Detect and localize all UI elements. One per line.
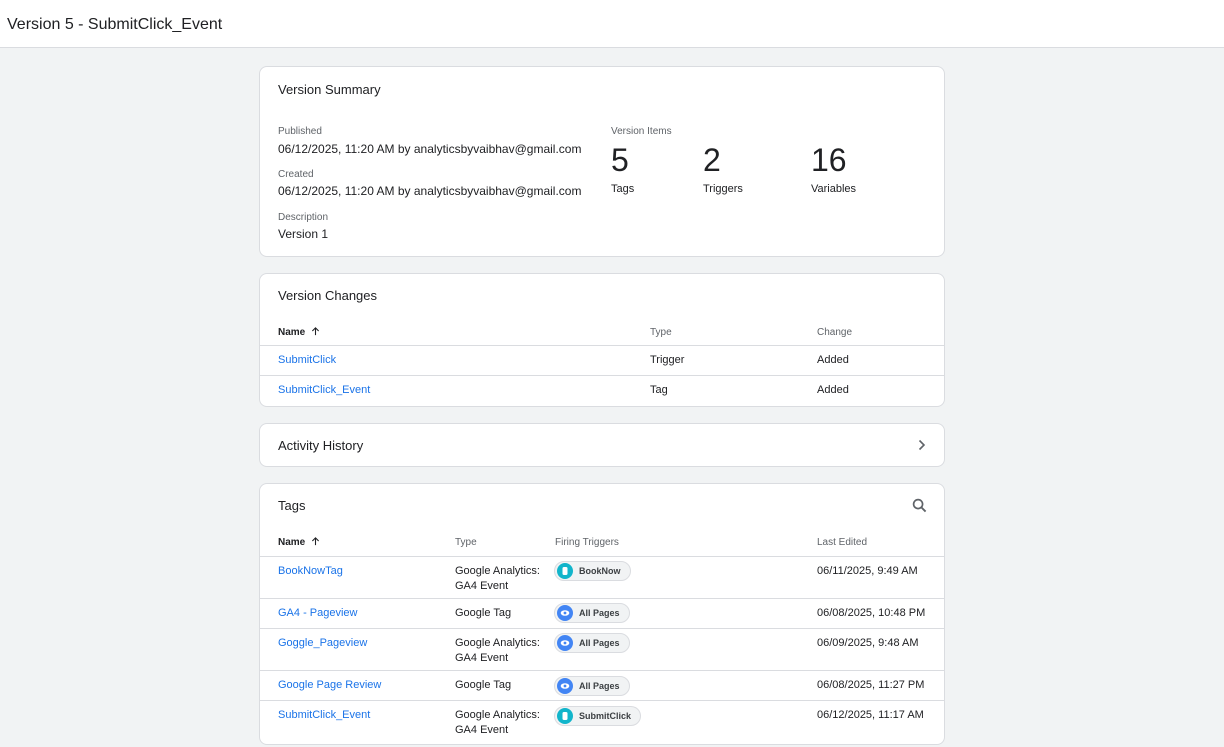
- search-icon[interactable]: [912, 498, 927, 513]
- tag-type-line1: Google Analytics:: [455, 709, 540, 721]
- tag-type-line1: Google Analytics:: [455, 637, 540, 649]
- description-value: Version 1: [278, 227, 329, 241]
- tag-name-link[interactable]: GA4 - Pageview: [278, 606, 357, 621]
- change-name-link[interactable]: SubmitClick_Event: [278, 383, 370, 398]
- version-summary-title: Version Summary: [278, 82, 381, 97]
- changes-type-header: Type: [650, 327, 672, 338]
- activity-history-title: Activity History: [278, 438, 364, 453]
- eye-icon: [557, 678, 573, 694]
- change-type: Tag: [650, 384, 668, 396]
- tag-type: Google Analytics: GA4 Event: [455, 708, 540, 738]
- trigger-chip-label: All Pages: [579, 608, 620, 618]
- click-trigger-icon: [557, 563, 573, 579]
- top-bar: Version 5 - SubmitClick_Event: [0, 0, 1224, 48]
- trigger-chip-label: All Pages: [579, 681, 620, 691]
- tag-type-line2: GA4 Event: [455, 580, 509, 592]
- trigger-chip-label: SubmitClick: [579, 711, 632, 721]
- activity-history-card[interactable]: Activity History: [259, 423, 945, 467]
- tag-last-edited: 06/11/2025, 9:49 AM: [817, 565, 918, 577]
- eye-icon: [557, 605, 573, 621]
- tag-type-line1: Google Analytics:: [455, 565, 540, 577]
- tags-edited-header: Last Edited: [817, 537, 868, 548]
- tags-triggers-header: Firing Triggers: [555, 537, 619, 548]
- tag-type-line1: Google Tag: [455, 679, 512, 691]
- published-label: Published: [278, 126, 322, 137]
- trigger-chip[interactable]: All Pages: [554, 676, 630, 696]
- trigger-chip-label: BookNow: [579, 566, 621, 576]
- tags-card: Tags Name Type Firing Triggers Last Edit…: [259, 483, 945, 745]
- version-summary-card: Version Summary Published 06/12/2025, 11…: [259, 66, 945, 257]
- tags-name-header[interactable]: Name: [278, 537, 320, 548]
- table-row: GA4 - Pageview Google Tag All Pages 06/0…: [260, 598, 944, 629]
- created-value: 06/12/2025, 11:20 AM by analyticsbyvaibh…: [278, 184, 582, 198]
- version-changes-title: Version Changes: [278, 288, 378, 303]
- change-status: Added: [817, 384, 849, 396]
- trigger-chip[interactable]: All Pages: [554, 603, 630, 623]
- version-items-label: Version Items: [611, 126, 672, 137]
- variables-count-label: Variables: [811, 183, 857, 195]
- table-row: SubmitClick Trigger Added: [260, 345, 944, 376]
- change-name-link[interactable]: SubmitClick: [278, 353, 336, 368]
- tag-type: Google Analytics: GA4 Event: [455, 636, 540, 666]
- changes-name-header[interactable]: Name: [278, 327, 320, 338]
- tag-name-link[interactable]: SubmitClick_Event: [278, 708, 370, 723]
- trigger-chip-label: All Pages: [579, 638, 620, 648]
- tag-last-edited: 06/09/2025, 9:48 AM: [817, 637, 919, 649]
- eye-icon: [557, 635, 573, 651]
- version-changes-card: Version Changes Name Type Change SubmitC…: [259, 273, 945, 407]
- tag-type: Google Tag: [455, 606, 511, 621]
- tag-type-line2: GA4 Event: [455, 724, 509, 736]
- changes-name-header-label: Name: [278, 327, 306, 338]
- tags-type-header: Type: [455, 537, 477, 548]
- tag-last-edited: 06/08/2025, 11:27 PM: [817, 679, 925, 691]
- arrow-up-icon: [311, 537, 320, 546]
- tag-type: Google Analytics: GA4 Event: [455, 564, 540, 594]
- page-title: Version 5 - SubmitClick_Event: [7, 16, 223, 33]
- trigger-chip[interactable]: All Pages: [554, 633, 630, 653]
- trigger-chip[interactable]: BookNow: [554, 561, 631, 581]
- change-type: Trigger: [650, 354, 685, 366]
- description-label: Description: [278, 212, 329, 223]
- table-row: SubmitClick_Event Tag Added: [260, 375, 944, 406]
- tag-type: Google Tag: [455, 678, 511, 693]
- tags-title: Tags: [278, 498, 306, 513]
- created-label: Created: [278, 169, 314, 180]
- table-row: Goggle_Pageview Google Analytics: GA4 Ev…: [260, 628, 944, 671]
- tags-count: 5: [611, 142, 629, 178]
- tags-name-header-label: Name: [278, 537, 306, 548]
- triggers-count-label: Triggers: [703, 183, 743, 195]
- table-row: Google Page Review Google Tag All Pages …: [260, 670, 944, 701]
- variables-count: 16: [811, 142, 847, 178]
- tag-name-link[interactable]: Goggle_Pageview: [278, 636, 367, 651]
- tag-type-line1: Google Tag: [455, 607, 512, 619]
- tag-last-edited: 06/08/2025, 10:48 PM: [817, 607, 926, 619]
- changes-change-header: Change: [817, 327, 853, 338]
- tag-type-line2: GA4 Event: [455, 652, 509, 664]
- table-row: BookNowTag Google Analytics: GA4 Event B…: [260, 556, 944, 599]
- trigger-chip[interactable]: SubmitClick: [554, 706, 642, 726]
- table-row: SubmitClick_Event Google Analytics: GA4 …: [260, 700, 944, 744]
- change-status: Added: [817, 354, 849, 366]
- arrow-up-icon: [311, 327, 320, 336]
- tag-name-link[interactable]: BookNowTag: [278, 564, 343, 579]
- tag-last-edited: 06/12/2025, 11:17 AM: [817, 709, 924, 721]
- tags-count-label: Tags: [611, 183, 635, 195]
- chevron-right-icon[interactable]: [917, 439, 927, 451]
- tag-name-link[interactable]: Google Page Review: [278, 678, 381, 693]
- click-trigger-icon: [557, 708, 573, 724]
- published-value: 06/12/2025, 11:20 AM by analyticsbyvaibh…: [278, 142, 582, 156]
- triggers-count: 2: [703, 142, 721, 178]
